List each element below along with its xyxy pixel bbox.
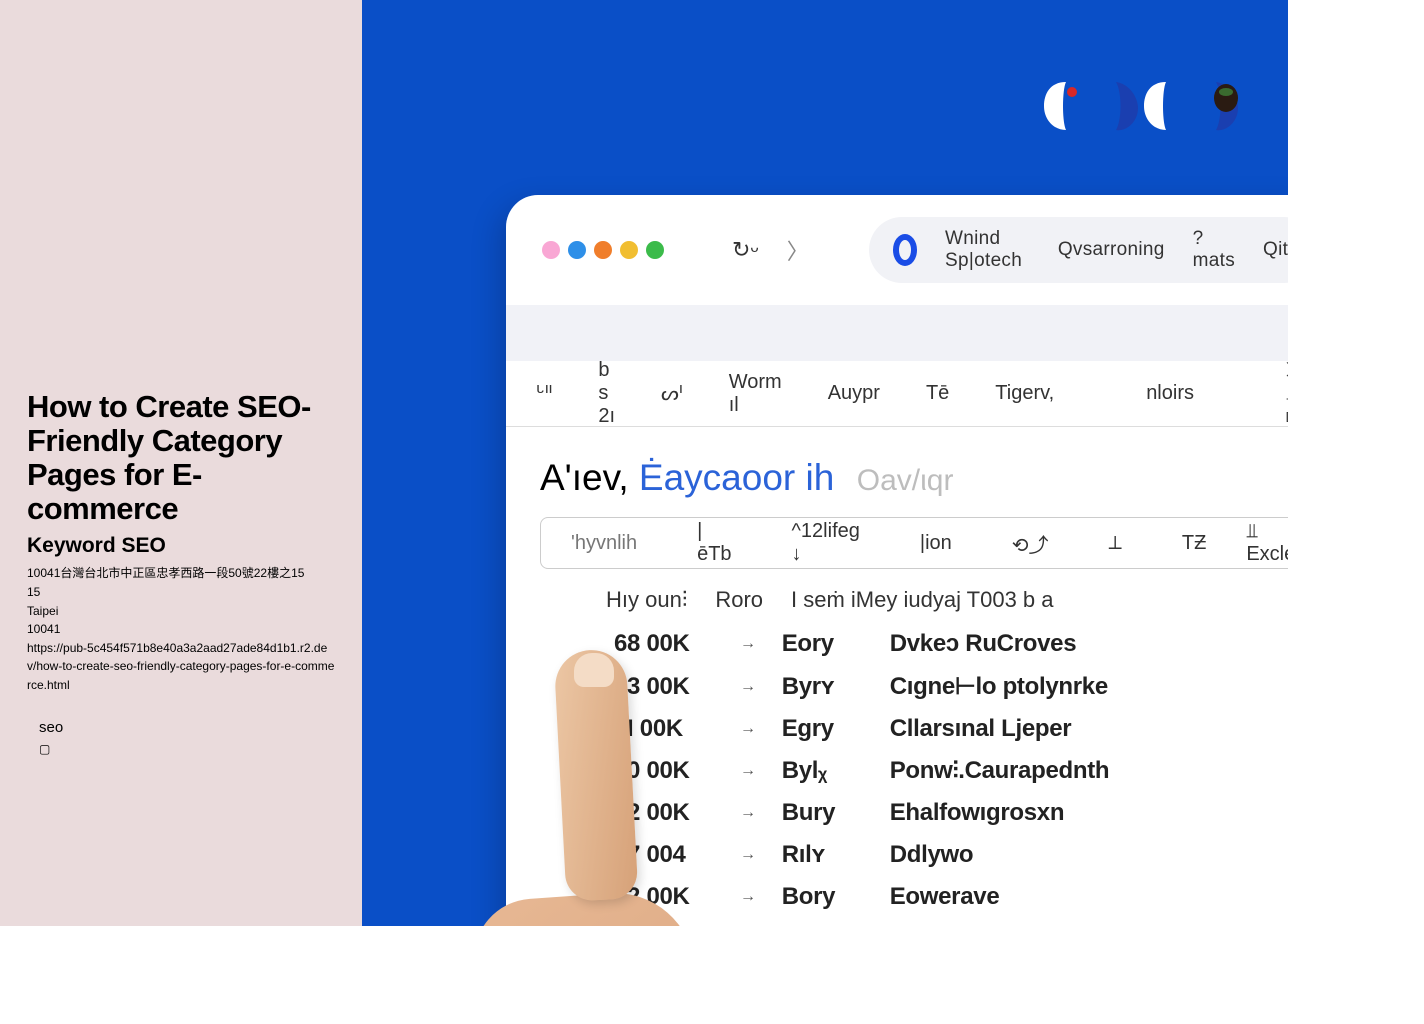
hero-area: ↻ᵕ 〉 Wnind Sp|otech Qvsarroning ?mats Qi… [362,0,1288,926]
address-number: 15 [27,583,335,602]
keyword-term: Eowerave [890,883,1000,911]
address-text: Qitl [1263,239,1288,261]
forward-icon[interactable]: 〉 [787,234,809,266]
keyword-term: Ddlywo [890,841,974,869]
zip: 10041 [27,620,335,639]
keyword-short: Egry [782,715,864,743]
keyword-term: OhrepemsTurare [890,925,1077,926]
list-item[interactable]: S0 00K→NillyOhrepemsTurare [614,918,1288,926]
window-controls[interactable] [542,241,664,259]
metric-value: 13 00K [614,673,714,701]
keyword-short: Bury [782,799,864,827]
tag: seo [39,719,335,736]
city: Taipei [27,602,335,621]
toolbar: ᒡᑊᑊ b s 2ı ᔕᑊ Worm ıl Auypr Tē Tigerv, n… [506,361,1288,427]
filter-pill[interactable]: |ion [890,532,982,555]
keyword-short: Byrʏ [782,673,864,701]
toolbar-item[interactable]: nloirs [1146,382,1194,405]
dot-icon [646,241,664,259]
metric-value: 17 004 [614,841,714,869]
toolbar-item[interactable]: Worm ıl [729,371,782,417]
page-url: https://pub-5c454f571b8e40a3a2aad27ade84… [27,639,335,695]
list-item[interactable]: 17 004 → Rılʏ Ddlywo [614,834,1288,876]
address-line: 10041台灣台北市中正區忠孝西路一段50號22樓之15 [27,564,335,583]
arrow-icon: → [740,635,756,653]
filter-extra[interactable]: ⫫ Excleton [1246,520,1288,566]
filter-extra[interactable]: TƵ [1182,532,1206,555]
context-item: Roro [715,587,763,613]
browser-window: ↻ᵕ 〉 Wnind Sp|otech Qvsarroning ?mats Qi… [506,195,1288,926]
dot-icon [542,241,560,259]
breadcrumb-active[interactable]: Ėaycaoor ih [639,457,834,498]
arrow-icon: → [740,678,756,696]
titlebar: ↻ᵕ 〉 Wnind Sp|otech Qvsarroning ?mats Qi… [506,195,1288,305]
dot-icon [594,241,612,259]
loading-ring-icon [893,234,917,266]
address-text: Wnind Sp|otech [945,228,1030,272]
arrow-icon: → [740,888,756,906]
context-item: I seṁ iMey iudyaj T003 b a [791,587,1054,613]
address-bar[interactable]: Wnind Sp|otech Qvsarroning ?mats Qitl [869,217,1288,283]
arrow-icon: → [740,804,756,822]
metric-value: S0 00K [614,925,714,926]
toolbar-item[interactable]: b s 2ı [598,359,615,428]
list-item[interactable]: 13 00K → Byrʏ Cıgne⊢lo ptolynrke [614,665,1288,708]
context-item: Hıy oun⫶ [606,587,687,613]
keyword-term: Ehalfowıgrosxn [890,799,1065,827]
result-list: 68 00K → Eory Dvkeɔ RuCroves 13 00K → Byrʏ Cıgn… [506,623,1288,926]
tab-strip [506,305,1288,361]
keyword-term: Ponw⫶.Caurapednth [890,757,1110,785]
metric-value: 80 00K [614,757,714,785]
toolbar-item[interactable]: ⤮ ⊥ưal ⊏⊐ [1286,359,1288,428]
sidebar: How to Create SEO-Friendly Category Page… [0,0,362,926]
keyword-term: Cllarsınal Ljeper [890,715,1072,743]
brand-logo [1042,80,1240,132]
metric-value: 68 00K [614,630,714,658]
list-item[interactable]: 32 00K → Bory Eowerave [614,876,1288,918]
filter-pill[interactable]: |ēTb [667,520,761,566]
list-item[interactable]: 68 00K → Eory Dvkeɔ RuCroves [614,623,1288,665]
toolbar-item[interactable]: ᒡᑊᑊ [536,381,552,406]
keyword-short: Bylᵪ [782,757,864,785]
filter-bar: 'hyvnlih |ēTb ^12lifeg ↓ |ion ⟲⤴ ⟂ TƵ ⫫ … [540,517,1288,569]
metric-value: 8I 00K [614,715,714,743]
arrow-icon: → [740,720,756,738]
filter-icon[interactable]: ⟲⤴ [982,529,1079,558]
arrow-icon: → [740,846,756,864]
metric-value: 32 00K [614,799,714,827]
address-text: ?mats [1193,228,1235,272]
keyword-short: Nilly [782,925,864,926]
arrow-icon: → [740,762,756,780]
toolbar-item[interactable]: ᔕᑊ [661,381,683,406]
keyword-term: Cıgne⊢lo ptolynrke [890,672,1108,701]
breadcrumb-root[interactable]: A'ıev, [540,457,639,498]
toolbar-item[interactable]: Tē [926,382,949,405]
filter-dropdown[interactable]: ^12lifeg ↓ [762,520,890,566]
filter-input[interactable]: 'hyvnlih [541,532,667,555]
keyword-short: Bory [782,883,864,911]
breadcrumb: A'ıev, Ėaycaoor ih Oav/ιqr [506,427,1288,517]
list-item[interactable]: 32 00K → Bury Ehalfowıgrosxn [614,792,1288,834]
address-text: Qvsarroning [1058,239,1165,261]
context-row: Hıy oun⫶ Roro I seṁ iMey iudyaj T003 b a [506,569,1288,623]
keyword-term: Dvkeɔ RuCroves [890,630,1077,658]
filter-mark-icon[interactable]: ⟂ [1079,532,1152,555]
metric-value: 32 00K [614,883,714,911]
toolbar-item[interactable]: Tigerv, [995,382,1054,405]
glyph-icon: ▢ [39,742,335,756]
keyword-short: Rılʏ [782,841,864,869]
breadcrumb-tail: Oav/ιqr [857,464,954,497]
page-title: How to Create SEO-Friendly Category Page… [27,390,335,526]
list-item[interactable]: 8I 00K → Egry Cllarsınal Ljeper [614,708,1288,750]
page-subtitle: Keyword SEO [27,534,335,558]
dot-icon [568,241,586,259]
refresh-icon[interactable]: ↻ᵕ [732,237,759,263]
toolbar-item[interactable]: Auypr [828,382,880,405]
list-item[interactable]: 80 00K → Bylᵪ Ponw⫶.Caurapednth [614,750,1288,792]
dot-icon [620,241,638,259]
keyword-short: Eory [782,630,864,658]
